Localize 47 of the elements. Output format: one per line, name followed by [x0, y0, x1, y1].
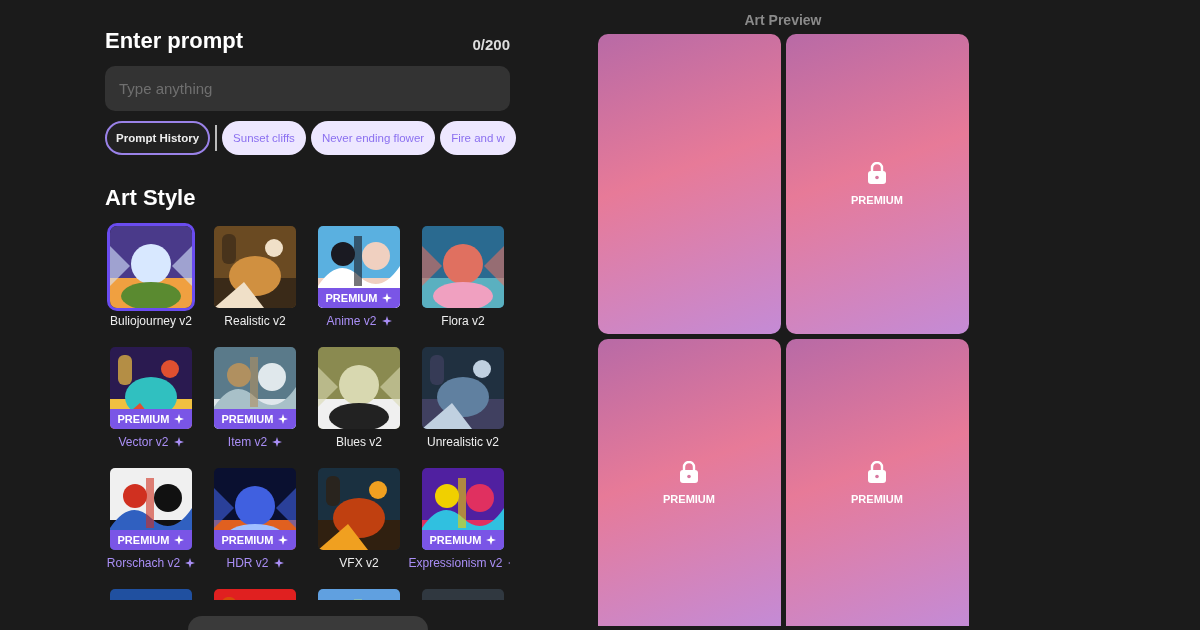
style-option[interactable]: PREMIUM [315, 223, 403, 311]
sparkle-icon [185, 558, 196, 568]
style-label: Flora v2 [441, 314, 485, 328]
badge-text: PREMIUM [221, 413, 274, 425]
style-option[interactable]: PREMIUM [211, 465, 299, 553]
style-label: Buliojourney v2 [109, 314, 193, 328]
preview-title: Art Preview [744, 12, 822, 28]
style-label: VFX v2 [339, 556, 379, 570]
style-label: Vector v2 [118, 435, 169, 449]
sparkle-icon [174, 535, 185, 545]
premium-label: PREMIUM [851, 492, 903, 505]
style-label: Expressionism v2 [408, 556, 503, 570]
sparkle-icon [486, 535, 497, 545]
prompt-suggestion-chip[interactable]: Never ending flower [310, 121, 436, 155]
premium-label: PREMIUM [663, 492, 715, 505]
badge-text: PREMIUM [117, 413, 170, 425]
style-option[interactable]: PREMIUM [107, 465, 195, 553]
badge-text: PREMIUM [221, 534, 274, 546]
style-label: Item v2 [227, 435, 268, 449]
sparkle-icon [174, 414, 185, 424]
style-label: HDR v2 [226, 556, 269, 570]
prompt-history-button[interactable]: Prompt History [105, 121, 211, 155]
badge-text: PREMIUM [117, 534, 170, 546]
sparkle-icon [278, 414, 289, 424]
style-label: Anime v2 [326, 314, 377, 328]
badge-text: PREMIUM [325, 292, 378, 304]
sparkle-icon [278, 535, 289, 545]
style-option[interactable]: PREMIUM [419, 465, 507, 553]
section-title: Art Style [105, 185, 197, 211]
style-label: Realistic v2 [224, 314, 286, 328]
prompt-title: Enter prompt [105, 28, 244, 54]
sparkle-icon [272, 437, 283, 447]
prompt-suggestion-chip[interactable]: Fire and w [440, 121, 516, 155]
style-option[interactable]: PREMIUM [107, 344, 195, 432]
sparkle-icon [173, 437, 184, 447]
sparkle-icon [273, 558, 284, 568]
sparkle-icon [381, 316, 392, 326]
sparkle-icon [382, 293, 393, 303]
prompt-suggestion-chip[interactable]: Sunset cliffs [222, 121, 306, 155]
premium-label: PREMIUM [851, 194, 903, 206]
character-counter: 0/200 [472, 36, 510, 53]
style-label: Unrealistic v2 [427, 435, 499, 449]
style-label: Rorschach v2 [106, 556, 181, 570]
style-option[interactable]: PREMIUM [211, 344, 299, 432]
style-label: Blues v2 [336, 435, 382, 449]
badge-text: PREMIUM [429, 534, 482, 546]
prompt-field[interactable]: Type anything [105, 66, 510, 111]
